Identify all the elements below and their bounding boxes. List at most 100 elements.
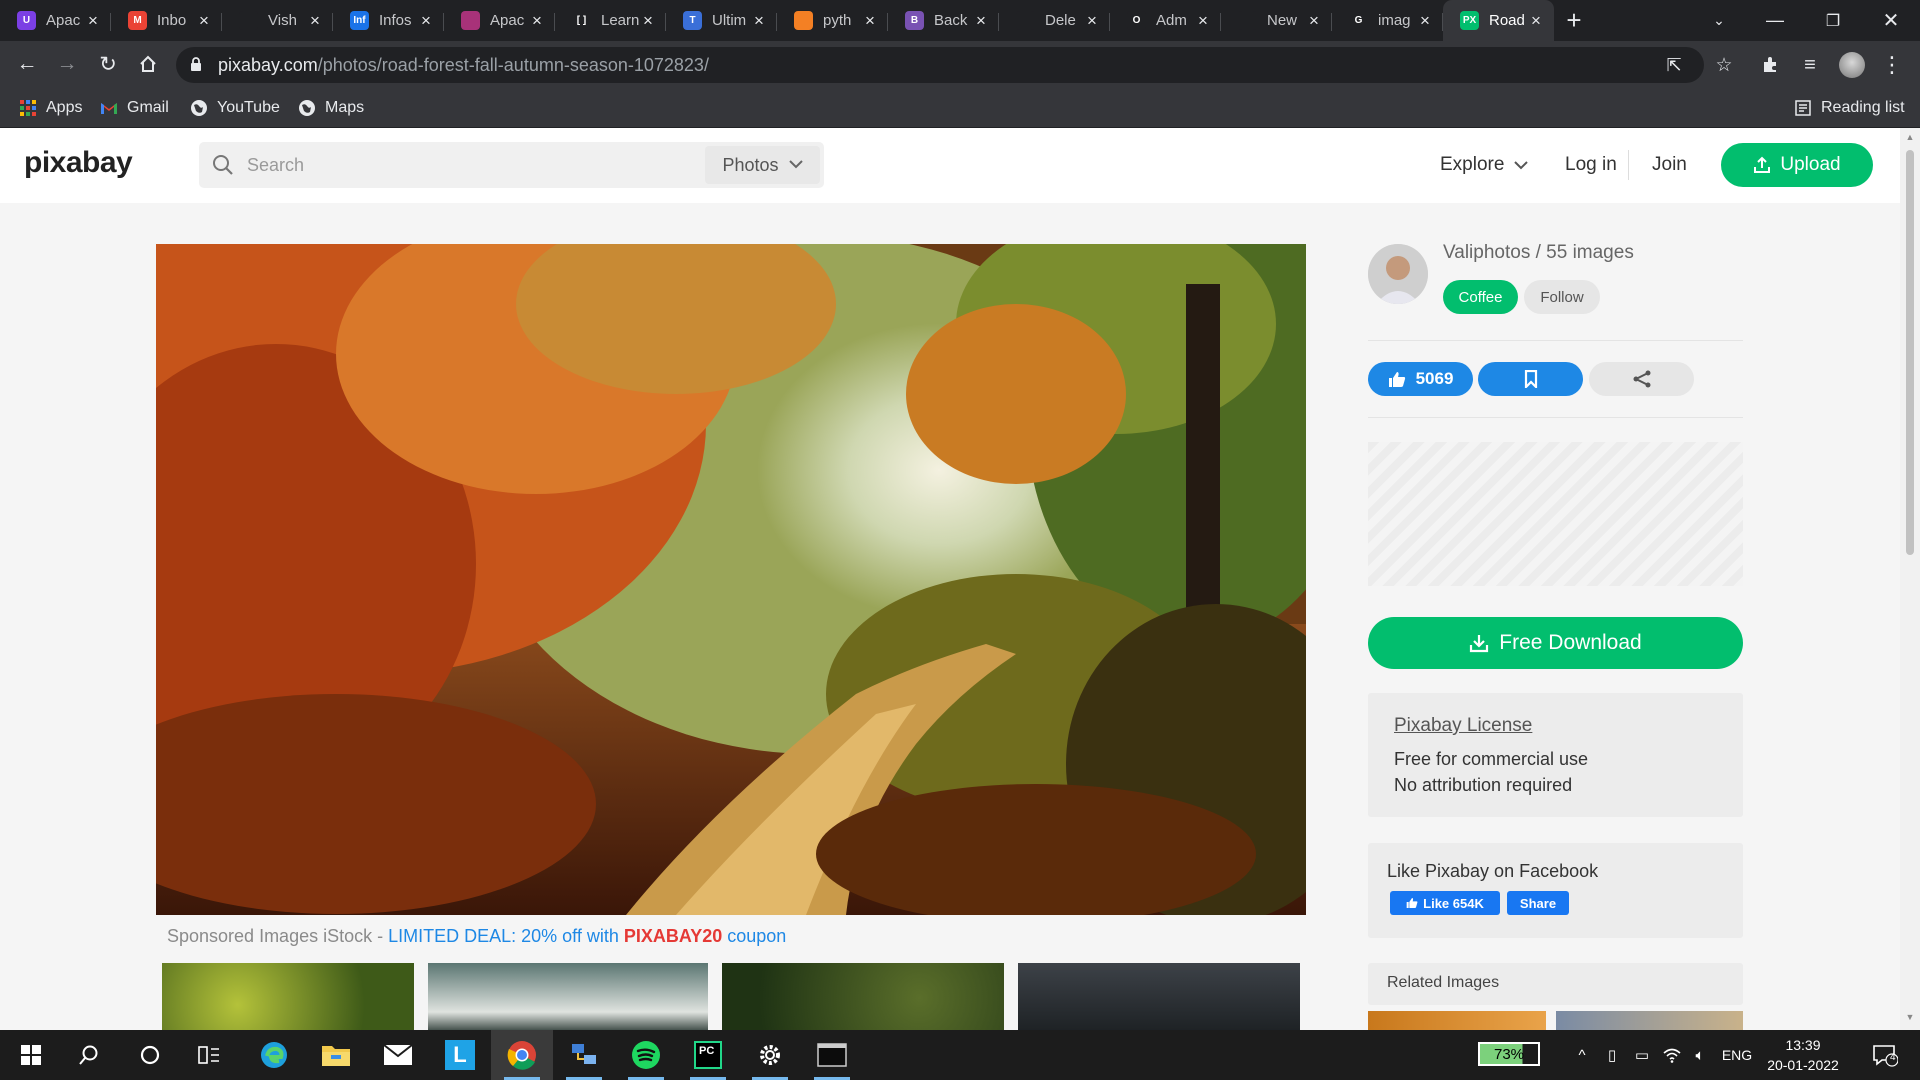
new-tab-button[interactable]: + bbox=[1554, 0, 1594, 41]
coffee-button[interactable]: Coffee bbox=[1443, 280, 1518, 314]
file-explorer-icon[interactable] bbox=[305, 1030, 367, 1080]
chrome-icon[interactable] bbox=[491, 1030, 553, 1080]
menu-kebab-icon[interactable]: ⋮ bbox=[1876, 49, 1908, 81]
page-scrollbar[interactable]: ▲ ▼ bbox=[1900, 128, 1920, 1030]
pixabay-logo[interactable]: pixabay bbox=[24, 146, 133, 180]
home-icon[interactable] bbox=[131, 47, 165, 81]
windows-start-icon[interactable] bbox=[0, 1030, 62, 1080]
author-avatar[interactable] bbox=[1368, 244, 1428, 304]
minimize-button[interactable]: — bbox=[1746, 0, 1804, 41]
restore-button[interactable]: ❐ bbox=[1804, 0, 1862, 41]
browser-tab[interactable]: pyth × bbox=[777, 0, 888, 41]
close-tab-icon[interactable]: × bbox=[196, 11, 212, 31]
search-input[interactable] bbox=[247, 150, 687, 180]
forward-arrow-icon[interactable]: → bbox=[50, 47, 84, 81]
battery-indicator[interactable]: 73% bbox=[1478, 1042, 1540, 1066]
browser-tab[interactable]: U Apac × bbox=[0, 0, 111, 41]
close-tab-icon[interactable]: × bbox=[973, 11, 989, 31]
battery-icon[interactable]: ▭ bbox=[1630, 1044, 1654, 1066]
spotify-icon[interactable] bbox=[615, 1030, 677, 1080]
clock[interactable]: 13:39 20-01-2022 bbox=[1758, 1035, 1848, 1075]
language-indicator[interactable]: ENG bbox=[1720, 1044, 1754, 1066]
scroll-down-icon[interactable]: ▼ bbox=[1905, 1012, 1915, 1022]
terminal-icon[interactable] bbox=[801, 1030, 863, 1080]
bookmark-youtube[interactable]: YouTube bbox=[190, 96, 280, 120]
facebook-share-button[interactable]: Share bbox=[1507, 891, 1569, 915]
profile-avatar[interactable] bbox=[1836, 49, 1868, 81]
share-button[interactable] bbox=[1589, 362, 1694, 396]
close-tab-icon[interactable]: × bbox=[1306, 11, 1322, 31]
browser-tab[interactable]: Inf Infos × bbox=[333, 0, 444, 41]
close-tab-icon[interactable]: × bbox=[751, 11, 767, 31]
cortana-icon[interactable] bbox=[119, 1030, 181, 1080]
task-view-icon[interactable] bbox=[178, 1030, 240, 1080]
browser-tab[interactable]: M Inbo × bbox=[111, 0, 222, 41]
browser-tab[interactable]: [ ] Learn × bbox=[555, 0, 666, 41]
close-tab-icon[interactable]: × bbox=[85, 11, 101, 31]
close-tab-icon[interactable]: × bbox=[1195, 11, 1211, 31]
browser-tab[interactable]: Dele × bbox=[999, 0, 1110, 41]
tab-search-icon[interactable]: ⌄ bbox=[1690, 0, 1748, 41]
search-icon[interactable] bbox=[58, 1030, 120, 1080]
free-download-button[interactable]: Free Download bbox=[1368, 617, 1743, 669]
bookmark-maps[interactable]: Maps bbox=[298, 96, 364, 120]
bookmark-apps[interactable]: Apps bbox=[19, 96, 82, 120]
license-link[interactable]: Pixabay License bbox=[1394, 715, 1532, 737]
author-name[interactable]: Valiphotos / 55 images bbox=[1443, 242, 1634, 264]
browser-tab[interactable]: New × bbox=[1221, 0, 1332, 41]
bookmark-button[interactable] bbox=[1478, 362, 1583, 396]
sponsored-deal[interactable]: LIMITED DEAL: 20% off with bbox=[388, 926, 624, 946]
sponsored-thumbnail[interactable] bbox=[428, 963, 708, 1030]
sponsored-suffix[interactable]: coupon bbox=[722, 926, 786, 946]
extensions-icon[interactable] bbox=[1754, 49, 1786, 81]
close-tab-icon[interactable]: × bbox=[529, 11, 545, 31]
close-window-button[interactable]: ✕ bbox=[1862, 0, 1920, 41]
volume-icon[interactable]: 🔈︎ bbox=[1688, 1044, 1712, 1066]
sponsored-prefix[interactable]: Sponsored Images iStock - bbox=[167, 926, 388, 946]
scroll-up-icon[interactable]: ▲ bbox=[1905, 132, 1915, 142]
close-tab-icon[interactable]: × bbox=[1417, 11, 1433, 31]
notifications-icon[interactable]: 4 bbox=[1868, 1042, 1902, 1068]
browser-tab[interactable]: Vish × bbox=[222, 0, 333, 41]
share-page-icon[interactable]: ⇱ bbox=[1662, 53, 1686, 77]
main-photo[interactable] bbox=[156, 244, 1306, 915]
mail-icon[interactable] bbox=[367, 1030, 429, 1080]
close-tab-icon[interactable]: × bbox=[862, 11, 878, 31]
media-control-icon[interactable]: ≡ bbox=[1794, 49, 1826, 81]
media-type-dropdown[interactable]: Photos bbox=[705, 146, 820, 184]
address-bar[interactable]: pixabay.com/photos/road-forest-fall-autu… bbox=[176, 47, 1704, 83]
like-button[interactable]: 5069 bbox=[1368, 362, 1473, 396]
browser-tab[interactable]: B Back × bbox=[888, 0, 999, 41]
close-tab-icon[interactable]: × bbox=[418, 11, 434, 31]
browser-tab[interactable]: PX Road × bbox=[1443, 0, 1554, 41]
browser-tab[interactable]: O Adm × bbox=[1110, 0, 1221, 41]
login-link[interactable]: Log in bbox=[1565, 154, 1617, 176]
close-tab-icon[interactable]: × bbox=[307, 11, 323, 31]
sponsored-thumbnail[interactable] bbox=[722, 963, 1004, 1030]
pycharm-icon[interactable]: PC bbox=[677, 1030, 739, 1080]
search-icon[interactable] bbox=[211, 153, 235, 182]
join-link[interactable]: Join bbox=[1652, 154, 1687, 176]
follow-button[interactable]: Follow bbox=[1524, 280, 1600, 314]
related-thumbnail[interactable] bbox=[1368, 1011, 1546, 1030]
facebook-like-button[interactable]: Like 654K bbox=[1390, 891, 1500, 915]
edge-icon[interactable] bbox=[243, 1030, 305, 1080]
network-app-icon[interactable] bbox=[553, 1030, 615, 1080]
wifi-icon[interactable] bbox=[1660, 1044, 1684, 1066]
coupon-code[interactable]: PIXABAY20 bbox=[624, 926, 722, 946]
bookmark-star-icon[interactable]: ☆ bbox=[1708, 49, 1740, 81]
settings-gear-icon[interactable] bbox=[739, 1030, 801, 1080]
reload-icon[interactable]: ↻ bbox=[91, 47, 125, 81]
close-tab-icon[interactable]: × bbox=[640, 11, 656, 31]
explore-menu[interactable]: Explore bbox=[1440, 154, 1529, 176]
scroll-thumb[interactable] bbox=[1906, 150, 1914, 555]
bookmark-gmail[interactable]: Gmail bbox=[100, 96, 169, 120]
l-app-icon[interactable]: L bbox=[429, 1030, 491, 1080]
browser-tab[interactable]: Apac × bbox=[444, 0, 555, 41]
browser-tab[interactable]: T Ultim × bbox=[666, 0, 777, 41]
sponsored-thumbnail[interactable] bbox=[1018, 963, 1300, 1030]
device-icon[interactable]: ▯ bbox=[1600, 1044, 1624, 1066]
back-arrow-icon[interactable]: ← bbox=[10, 47, 44, 81]
close-tab-icon[interactable]: × bbox=[1528, 11, 1544, 31]
sponsored-thumbnail[interactable] bbox=[162, 963, 414, 1030]
